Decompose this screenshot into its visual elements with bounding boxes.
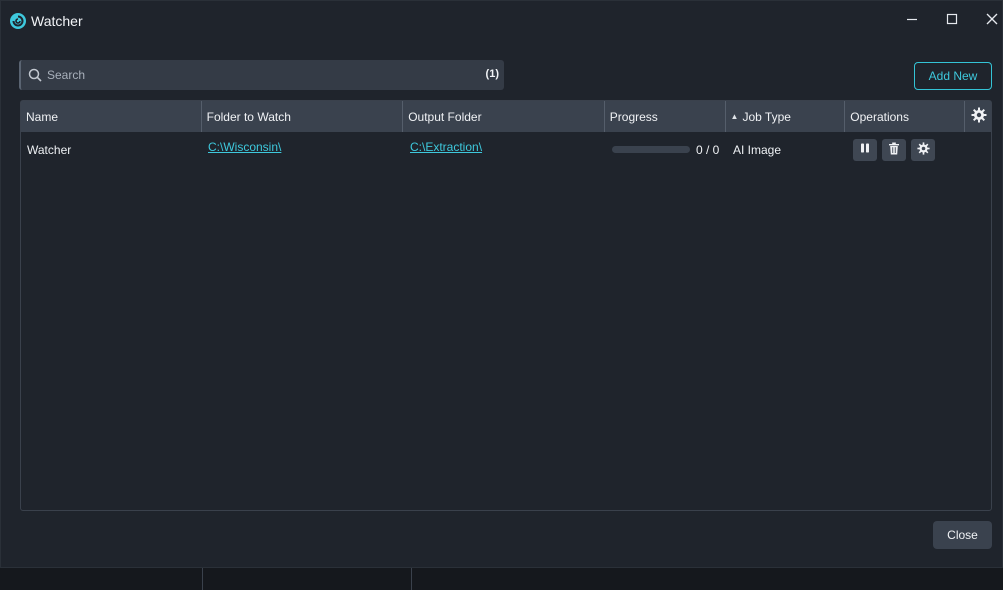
taskbar (0, 568, 1003, 590)
search-result-count: (1) (485, 68, 499, 80)
column-header-output[interactable]: Output Folder (403, 101, 605, 132)
sort-ascending-icon: ▲ (730, 112, 739, 121)
taskbar-divider (411, 568, 412, 590)
cell-name: Watcher (27, 142, 72, 157)
add-new-button[interactable]: Add New (914, 62, 992, 90)
window-title: Watcher (31, 13, 83, 29)
cell-progress: 0 / 0 (606, 132, 727, 167)
gear-icon (916, 141, 930, 158)
gear-icon (971, 107, 987, 126)
table-row[interactable]: Watcher C:\Wisconsin\ C:\Extraction\ 0 /… (21, 132, 991, 167)
search-input[interactable] (47, 60, 477, 90)
cell-operations (847, 132, 987, 167)
close-window-button[interactable] (980, 9, 1003, 33)
pause-button[interactable] (853, 138, 877, 161)
column-header-operations[interactable]: Operations (845, 101, 966, 132)
output-folder-link[interactable]: C:\Extraction\ (410, 140, 482, 154)
table-settings-button[interactable] (965, 101, 991, 132)
trash-icon (888, 142, 900, 158)
search-icon (28, 68, 42, 82)
column-header-job-type[interactable]: ▲ Job Type (726, 101, 846, 132)
app-logo-icon (10, 13, 26, 29)
watcher-window: Watcher (1) Add New Name (0, 0, 1003, 568)
delete-button[interactable] (882, 138, 906, 161)
pause-icon (859, 142, 871, 157)
folder-to-watch-link[interactable]: C:\Wisconsin\ (208, 140, 281, 154)
column-header-progress[interactable]: Progress (605, 101, 726, 132)
maximize-button[interactable] (940, 9, 964, 33)
progress-text: 0 / 0 (696, 142, 720, 157)
watcher-table: Name Folder to Watch Output Folder Progr… (20, 100, 992, 511)
cell-folder: C:\Wisconsin\ (202, 132, 404, 167)
cell-job-type: AI Image (733, 142, 782, 157)
search-box[interactable]: (1) (19, 60, 504, 90)
close-button[interactable]: Close (933, 521, 992, 549)
cell-output: C:\Extraction\ (404, 132, 606, 167)
title-bar: Watcher (1, 1, 1002, 41)
minimize-icon (906, 12, 918, 30)
minimize-button[interactable] (900, 9, 924, 33)
table-header: Name Folder to Watch Output Folder Progr… (21, 101, 991, 132)
column-header-folder[interactable]: Folder to Watch (202, 101, 404, 132)
job-settings-button[interactable] (911, 138, 935, 161)
maximize-icon (946, 12, 958, 30)
taskbar-divider (202, 568, 203, 590)
close-icon (986, 12, 998, 30)
progress-bar (612, 146, 690, 153)
column-header-name[interactable]: Name (21, 101, 202, 132)
